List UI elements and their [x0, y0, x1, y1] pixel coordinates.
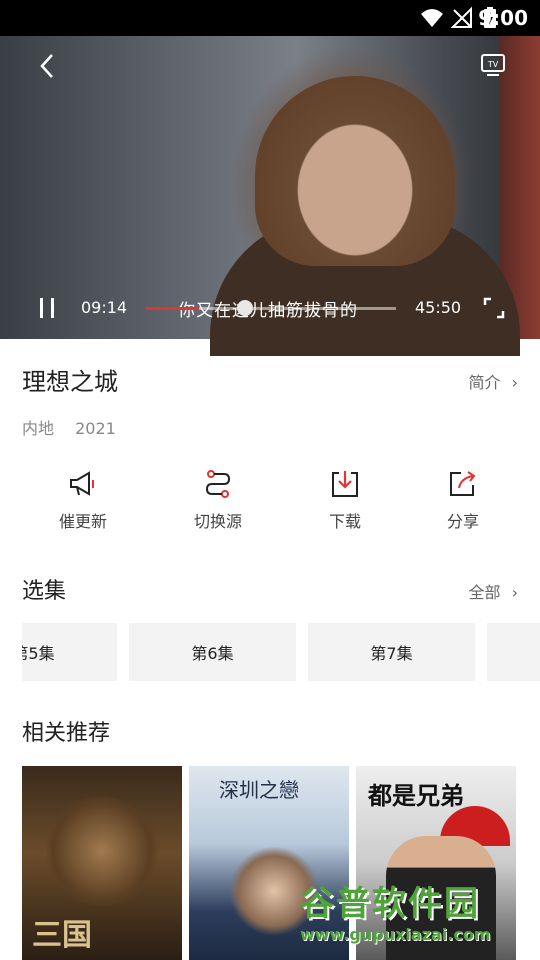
action-download[interactable]: 下载 — [295, 468, 395, 532]
episodes-title: 选集 — [22, 579, 67, 604]
poster-card[interactable]: 三国 — [22, 766, 182, 960]
tv-cast-icon[interactable]: TV — [480, 52, 506, 78]
episode-label: 第7集 — [370, 644, 413, 663]
total-time: 45:50 — [415, 298, 462, 317]
episode-list[interactable]: 第5集 第6集 第7集 — [22, 623, 540, 681]
progress-fill — [146, 307, 199, 310]
episode-item[interactable]: 第5集 — [22, 623, 117, 681]
progress-knob[interactable] — [236, 300, 253, 316]
status-bar: 9:00 — [0, 0, 540, 36]
show-region: 内地 — [22, 419, 55, 438]
switch-source-icon — [205, 470, 231, 498]
episode-item[interactable]: 第6集 — [129, 623, 296, 681]
intro-link-label: 简介 — [468, 373, 501, 392]
poster-title-text: 都是兄弟 — [368, 782, 464, 810]
poster-figures — [42, 796, 162, 906]
chevron-right-icon: › — [511, 373, 518, 392]
wifi-icon — [421, 9, 443, 27]
current-time: 09:14 — [81, 298, 128, 317]
all-episodes-label: 全部 — [468, 583, 501, 602]
show-year: 2021 — [75, 419, 116, 438]
watermark: 谷普软件园 www.gupuxiazai.com — [300, 876, 536, 956]
episode-label: 第5集 — [22, 644, 55, 663]
back-arrow-icon[interactable] — [36, 52, 58, 80]
progress-bar[interactable] — [146, 300, 396, 316]
download-icon — [332, 471, 358, 497]
no-signal-icon — [450, 6, 472, 28]
intro-link[interactable]: 简介 › — [468, 369, 518, 393]
action-share[interactable]: 分享 — [413, 468, 513, 532]
video-frame-face — [255, 76, 455, 266]
episode-item[interactable]: 第7集 — [308, 623, 475, 681]
status-time: 9:00 — [478, 6, 528, 30]
show-meta: 内地 2021 — [22, 415, 132, 439]
episode-item[interactable] — [487, 623, 540, 681]
all-episodes-link[interactable]: 全部 › — [468, 579, 518, 603]
fullscreen-icon[interactable] — [482, 296, 506, 320]
share-icon — [450, 471, 476, 496]
related-title: 相关推荐 — [22, 721, 111, 746]
action-label: 下载 — [328, 512, 361, 531]
poster-title-text: 深圳之戀 — [219, 778, 299, 802]
poster-title-text: 三国 — [32, 918, 92, 953]
action-label: 切换源 — [193, 512, 242, 531]
svg-text:TV: TV — [487, 60, 499, 69]
watermark-url: www.gupuxiazai.com — [300, 925, 491, 944]
action-switch-source[interactable]: 切换源 — [168, 468, 268, 532]
episode-label: 第6集 — [191, 644, 234, 663]
show-title: 理想之城 — [22, 368, 118, 396]
chevron-right-icon: › — [511, 583, 518, 602]
action-request-update[interactable]: 催更新 — [33, 468, 133, 532]
action-label: 催更新 — [58, 512, 107, 531]
pause-icon[interactable] — [36, 296, 58, 320]
video-player[interactable]: TV 你又在这儿抽筋拔骨的 09:14 45:50 — [0, 36, 540, 356]
watermark-name: 谷普软件园 — [300, 884, 480, 924]
megaphone-icon — [70, 471, 94, 496]
action-label: 分享 — [446, 512, 479, 531]
